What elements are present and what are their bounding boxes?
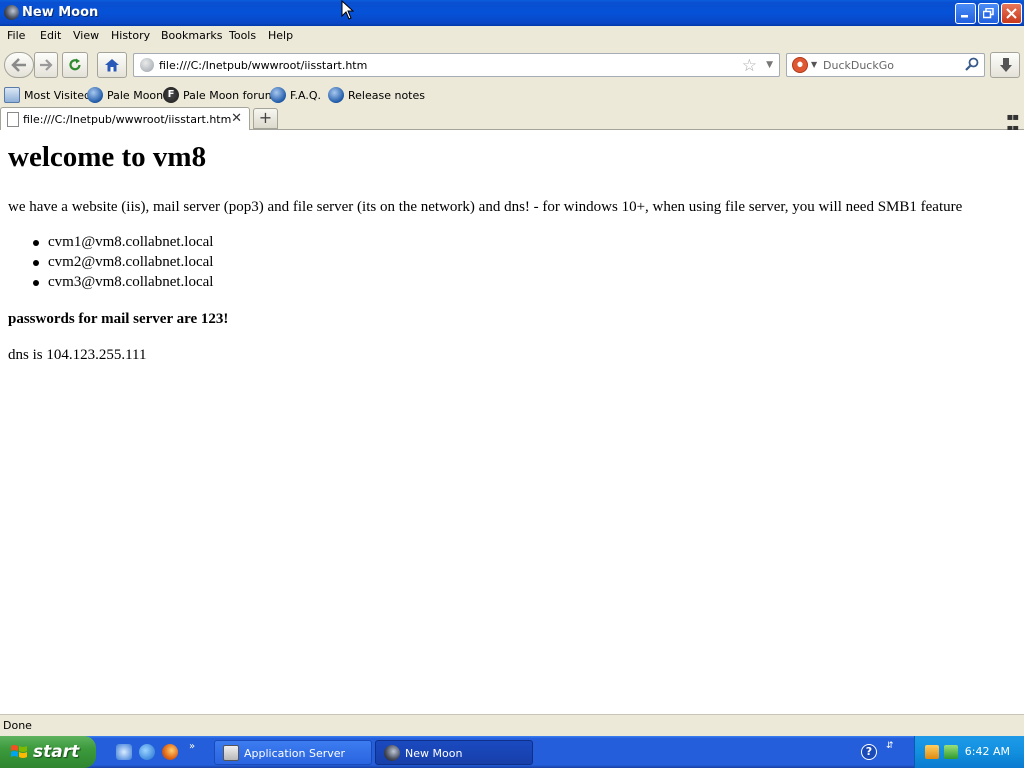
bookmark-star-icon[interactable]: ☆ (742, 56, 757, 76)
home-icon (105, 59, 119, 72)
menu-bar: File Edit View History Bookmarks Tools H… (0, 26, 1024, 46)
search-placeholder[interactable]: DuckDuckGo (823, 59, 894, 72)
bookmark-faq[interactable]: F.A.Q. (270, 87, 324, 104)
page-document-icon (7, 112, 19, 127)
back-button[interactable] (4, 52, 34, 78)
list-item: cvm2@vm8.collabnet.local (32, 254, 213, 274)
task-label: Application Server (244, 747, 346, 760)
windows-flag-icon (11, 745, 27, 758)
taskbar-clock[interactable]: 6:42 AM (965, 745, 1010, 758)
download-arrow-icon (1000, 58, 1012, 72)
task-new-moon[interactable]: New Moon (375, 740, 533, 765)
window-titlebar[interactable]: New Moon (0, 0, 1024, 26)
pale-moon-globe-icon (87, 87, 103, 103)
back-arrow-icon (11, 58, 26, 72)
menu-view[interactable]: View (73, 29, 99, 42)
mouse-cursor-icon (341, 0, 354, 20)
url-history-dropdown-icon[interactable]: ▼ (766, 60, 773, 70)
reload-icon (69, 58, 81, 71)
pale-moon-task-icon (384, 745, 400, 761)
bookmark-most-visited[interactable]: Most Visited (4, 87, 91, 104)
task-label: New Moon (405, 747, 463, 760)
firefox-icon[interactable] (162, 744, 178, 760)
search-box[interactable]: ▼ DuckDuckGo (786, 53, 985, 77)
forward-button[interactable] (34, 52, 58, 78)
tab-close-icon[interactable]: ✕ (231, 111, 242, 126)
duckduckgo-engine-icon[interactable] (792, 57, 808, 73)
status-text: Done (3, 719, 32, 732)
address-url[interactable]: file:///C:/Inetpub/wwwroot/iisstart.htm (159, 59, 367, 72)
reload-button[interactable] (62, 52, 88, 78)
page-heading: welcome to vm8 (8, 141, 207, 173)
email-list: cvm1@vm8.collabnet.local cvm2@vm8.collab… (32, 234, 213, 294)
bookmark-label: Pale Moon (107, 89, 164, 102)
most-visited-folder-icon (4, 87, 20, 103)
task-application-server[interactable]: Application Server (214, 740, 372, 765)
address-bar[interactable]: file:///C:/Inetpub/wwwroot/iisstart.htm … (133, 53, 780, 77)
restore-button[interactable] (978, 3, 999, 24)
bookmark-pale-moon-forum[interactable]: F Pale Moon forum (163, 87, 275, 104)
password-note: passwords for mail server are 123! (8, 311, 229, 327)
menu-bookmarks[interactable]: Bookmarks (161, 29, 222, 42)
bookmark-label: Most Visited (24, 89, 91, 102)
minimize-button[interactable] (955, 3, 976, 24)
minimize-icon (961, 15, 968, 18)
site-identity-globe-icon[interactable] (140, 58, 154, 72)
menu-help[interactable]: Help (268, 29, 293, 42)
restore-icon (982, 7, 994, 19)
search-icon[interactable] (965, 57, 979, 71)
show-desktop-icon[interactable] (116, 744, 132, 760)
page-content: welcome to vm8 we have a website (iis), … (0, 130, 1024, 714)
home-button[interactable] (97, 52, 127, 78)
bookmark-release-notes[interactable]: Release notes (328, 87, 425, 104)
engine-dropdown-icon[interactable]: ▼ (811, 60, 817, 69)
bookmark-label: F.A.Q. (290, 89, 322, 102)
tab-iisstart[interactable]: file:///C:/Inetpub/wwwroot/iisstart.htm … (0, 107, 250, 131)
window-title: New Moon (22, 5, 99, 20)
application-server-icon (223, 745, 239, 761)
menu-edit[interactable]: Edit (40, 29, 61, 42)
release-notes-globe-icon (328, 87, 344, 103)
downloads-button[interactable] (990, 52, 1020, 78)
system-tray: 6:42 AM (914, 736, 1024, 768)
quicklaunch-overflow-icon[interactable]: » (189, 741, 195, 752)
menu-history[interactable]: History (111, 29, 150, 42)
windows-taskbar: start » Application Server New Moon ? ⇵ … (0, 736, 1024, 768)
navigation-toolbar: file:///C:/Inetpub/wwwroot/iisstart.htm … (0, 46, 1024, 84)
network-tray-icon[interactable] (925, 745, 939, 759)
list-item: cvm3@vm8.collabnet.local (32, 274, 213, 294)
faq-globe-icon (270, 87, 286, 103)
security-tray-icon[interactable] (944, 745, 958, 759)
start-label: start (33, 742, 80, 762)
forum-f-icon: F (163, 87, 179, 103)
forward-arrow-icon (40, 59, 53, 71)
bookmark-pale-moon[interactable]: Pale Moon (87, 87, 163, 104)
bookmark-label: Pale Moon forum (183, 89, 276, 102)
tab-title: file:///C:/Inetpub/wwwroot/iisstart.htm (23, 113, 232, 126)
menu-tools[interactable]: Tools (229, 29, 256, 42)
internet-explorer-icon[interactable] (139, 744, 155, 760)
status-bar: Done (0, 714, 1024, 736)
page-intro: we have a website (iis), mail server (po… (8, 199, 963, 215)
close-icon (1006, 8, 1017, 19)
start-button[interactable]: start (0, 736, 96, 768)
tab-strip: file:///C:/Inetpub/wwwroot/iisstart.htm … (0, 106, 1024, 134)
bookmarks-toolbar: Most Visited Pale Moon F Pale Moon forum… (0, 84, 1024, 106)
dns-note: dns is 104.123.255.111 (8, 347, 147, 363)
plus-icon: + (258, 108, 273, 127)
menu-file[interactable]: File (7, 29, 25, 42)
tray-expand-icon[interactable]: ⇵ (886, 742, 894, 751)
bookmark-label: Release notes (348, 89, 425, 102)
list-item: cvm1@vm8.collabnet.local (32, 234, 213, 254)
help-icon[interactable]: ? (861, 744, 877, 760)
new-tab-button[interactable]: + (253, 108, 278, 129)
pale-moon-app-icon (4, 5, 19, 20)
close-window-button[interactable] (1001, 3, 1022, 24)
